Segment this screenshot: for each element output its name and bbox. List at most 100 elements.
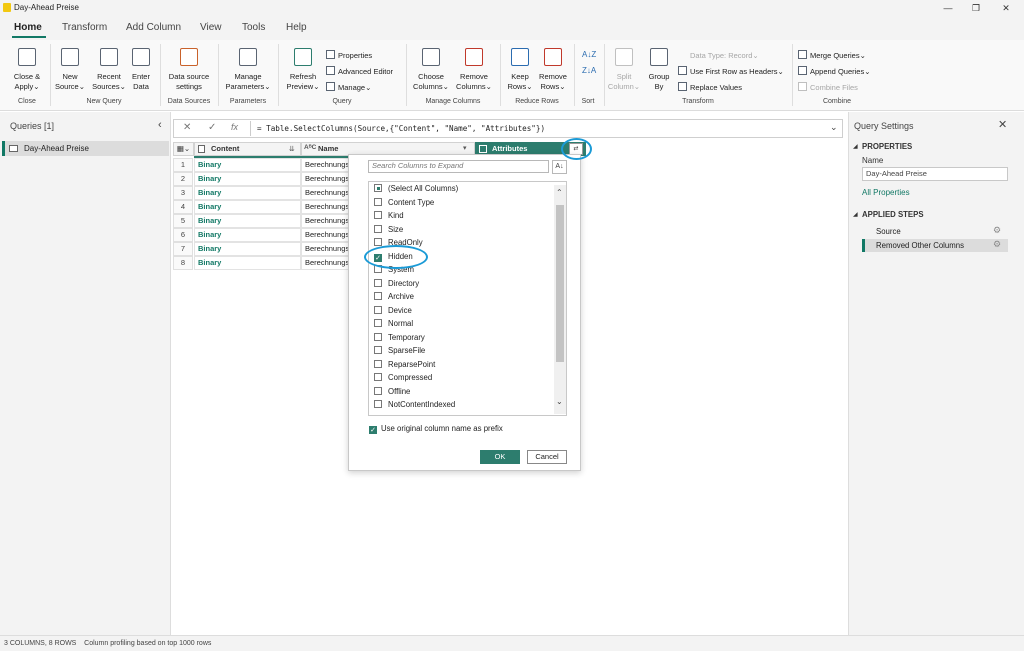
append-queries-button[interactable]: Append Queries⌄ (798, 66, 871, 76)
cell-name[interactable]: Berechnungs (301, 172, 349, 186)
scroll-down-icon[interactable]: ⌄ (556, 397, 563, 406)
checkbox-icon[interactable] (374, 197, 382, 206)
cell-name[interactable]: Berechnungs (301, 158, 349, 172)
checkbox-icon[interactable] (374, 224, 382, 233)
column-option[interactable]: Compressed (374, 373, 432, 385)
cell-name[interactable]: Berechnungs (301, 186, 349, 200)
remove-columns-button[interactable]: Remove Columns⌄ (452, 48, 496, 94)
column-option[interactable]: Offline (374, 386, 410, 399)
column-option[interactable]: Device (374, 305, 412, 318)
row-number[interactable]: 5 (173, 214, 193, 228)
tab-transform[interactable]: Transform (62, 22, 107, 33)
advanced-editor-button[interactable]: Advanced Editor (326, 66, 393, 76)
cell-content[interactable]: Binary (194, 200, 301, 214)
query-name-input[interactable]: Day-Ahead Preise (862, 167, 1008, 181)
collapse-pane-icon[interactable]: ‹ (158, 119, 162, 131)
column-option[interactable]: SparseFile (374, 346, 425, 358)
keep-rows-button[interactable]: Keep Rows⌄ (504, 48, 536, 94)
applied-step-removed-other-columns[interactable]: Removed Other Columns (862, 239, 1008, 252)
table-menu-button[interactable]: ▦⌄ (173, 142, 194, 156)
checkbox-icon[interactable] (374, 305, 382, 314)
use-prefix-checkbox[interactable]: ✓ Use original column name as prefix (369, 424, 503, 434)
column-option[interactable]: (Select All Columns) (374, 184, 458, 196)
split-column-button[interactable]: Split Column⌄ (606, 48, 642, 94)
sort-az-button[interactable]: A↓ (552, 160, 567, 174)
row-number[interactable]: 2 (173, 172, 193, 186)
column-option[interactable]: NotContentIndexed (374, 400, 455, 412)
scrollbar-thumb[interactable] (556, 205, 564, 362)
checkbox-icon[interactable] (374, 386, 382, 395)
tab-view[interactable]: View (200, 22, 222, 33)
combine-files-button[interactable]: Combine Files (798, 82, 858, 92)
column-header-content[interactable]: Content (194, 142, 301, 156)
formula-input[interactable]: = Table.SelectColumns(Source,{"Content",… (257, 124, 545, 133)
text-type-icon[interactable]: AᴮC (304, 144, 316, 151)
column-option[interactable]: Directory (374, 278, 419, 291)
data-type-dropdown[interactable]: Data Type: Record⌄ (678, 50, 759, 60)
checkbox-icon[interactable] (374, 346, 382, 354)
remove-rows-button[interactable]: Remove Rows⌄ (536, 48, 570, 94)
cell-name[interactable]: Berechnungs (301, 214, 349, 228)
close-apply-button[interactable]: Close & Apply⌄ (8, 48, 46, 94)
cancel-formula-icon[interactable]: ✕ (183, 122, 191, 133)
search-columns-input[interactable]: Search Columns to Expand (368, 160, 549, 173)
checkbox-icon[interactable] (374, 373, 382, 381)
checkbox-icon[interactable] (374, 238, 382, 246)
cancel-button[interactable]: Cancel (527, 450, 567, 464)
cell-content[interactable]: Binary (194, 186, 301, 200)
binary-type-icon[interactable] (198, 145, 205, 153)
filter-dropdown-icon[interactable]: ▾ (463, 144, 467, 152)
enter-data-button[interactable]: Enter Data (128, 48, 154, 94)
column-option[interactable]: ReparsePoint (374, 359, 435, 372)
properties-collapse-icon[interactable]: ◢ (853, 143, 858, 150)
checkbox-icon[interactable] (374, 292, 382, 300)
cell-content[interactable]: Binary (194, 158, 301, 172)
row-number[interactable]: 4 (173, 200, 193, 214)
tab-home[interactable]: Home (14, 22, 42, 33)
checkbox-icon[interactable] (374, 211, 382, 219)
expand-formula-icon[interactable]: ⌄ (830, 122, 838, 133)
close-window-button[interactable]: ✕ (996, 2, 1016, 14)
cell-content[interactable]: Binary (194, 172, 301, 186)
recent-sources-button[interactable]: Recent Sources⌄ (90, 48, 128, 94)
choose-columns-button[interactable]: Choose Columns⌄ (410, 48, 452, 94)
cell-content[interactable]: Binary (194, 214, 301, 228)
replace-values-button[interactable]: Replace Values (678, 82, 742, 92)
cell-name[interactable]: Berechnungs (301, 200, 349, 214)
expand-binary-icon[interactable]: ⇊ (289, 145, 295, 153)
data-source-settings-button[interactable]: Data source settings (164, 48, 214, 94)
column-option[interactable]: Archive (374, 292, 414, 304)
sort-descending-icon[interactable]: Z↓A (582, 66, 596, 75)
tab-help[interactable]: Help (286, 22, 307, 33)
column-option[interactable]: Temporary (374, 332, 425, 345)
minimize-button[interactable]: — (938, 2, 958, 14)
use-first-row-button[interactable]: Use First Row as Headers⌄ (678, 66, 784, 76)
row-number[interactable]: 3 (173, 186, 193, 200)
cell-name[interactable]: Berechnungs (301, 228, 349, 242)
scroll-up-icon[interactable]: ⌃ (556, 188, 563, 197)
group-by-button[interactable]: Group By (644, 48, 674, 94)
merge-queries-button[interactable]: Merge Queries⌄ (798, 50, 866, 60)
row-number[interactable]: 8 (173, 256, 193, 270)
maximize-button[interactable]: ❐ (966, 2, 986, 14)
row-number[interactable]: 1 (173, 158, 193, 172)
ok-button[interactable]: OK (480, 450, 520, 464)
cell-content[interactable]: Binary (194, 242, 301, 256)
checkbox-icon[interactable] (374, 400, 382, 408)
gear-icon[interactable]: ⚙ (993, 225, 1001, 236)
checkbox-icon[interactable] (374, 278, 382, 287)
confirm-formula-icon[interactable]: ✓ (208, 122, 216, 133)
sort-ascending-icon[interactable]: A↓Z (582, 50, 596, 59)
checkbox-icon[interactable] (374, 184, 382, 192)
column-option[interactable]: Normal (374, 319, 413, 331)
refresh-preview-button[interactable]: Refresh Preview⌄ (282, 48, 324, 94)
tab-add-column[interactable]: Add Column (126, 22, 181, 33)
column-option[interactable]: Size (374, 224, 403, 237)
row-number[interactable]: 6 (173, 228, 193, 242)
manage-parameters-button[interactable]: Manage Parameters⌄ (222, 48, 274, 94)
checkbox-icon[interactable] (374, 359, 382, 368)
cell-content[interactable]: Binary (194, 228, 301, 242)
close-pane-icon[interactable]: ✕ (998, 118, 1007, 131)
checkbox-icon[interactable] (374, 332, 382, 341)
checkbox-icon[interactable] (374, 319, 382, 327)
